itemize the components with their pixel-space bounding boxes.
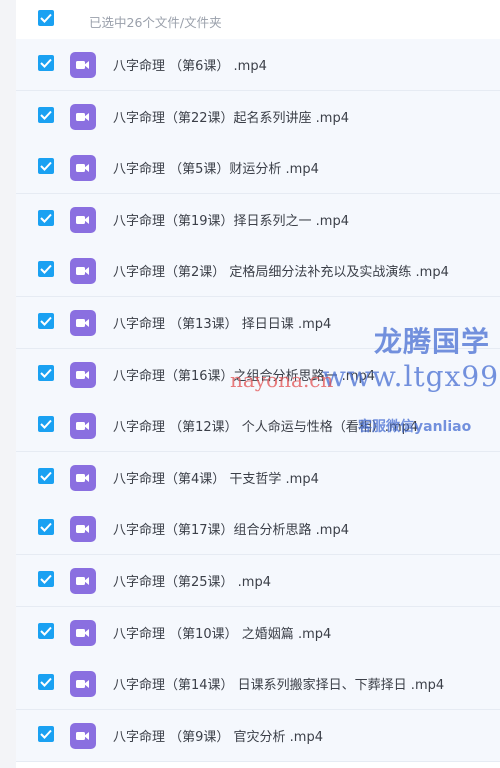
file-checkbox[interactable]: [38, 106, 54, 123]
file-name[interactable]: 八字命理（第16课）之组合分析思路一 .mp4: [113, 365, 375, 384]
file-checkbox[interactable]: [38, 467, 54, 484]
file-list: 已选中26个文件/文件夹 八字命理 （第6课） .mp4 八字命理（第22课）起名…: [16, 0, 500, 768]
video-file-icon: [70, 361, 96, 388]
file-checkbox[interactable]: [38, 364, 54, 381]
file-row[interactable]: 八字命理（第2课） 定格局细分法补充以及实战演练 .mp4: [16, 245, 500, 298]
file-checkbox[interactable]: [38, 209, 54, 226]
check-icon: [40, 471, 52, 481]
left-panel-edge: [0, 0, 16, 768]
file-name[interactable]: 八字命理 （第6课） .mp4: [113, 55, 267, 74]
file-name[interactable]: 八字命理（第22课）起名系列讲座 .mp4: [113, 107, 349, 126]
file-name[interactable]: 八字命理 （第9课） 官灾分析 .mp4: [113, 726, 323, 745]
file-row[interactable]: 八字命理 （第13课） 择日日课 .mp4: [16, 297, 500, 349]
check-icon: [40, 420, 52, 430]
check-icon: [40, 678, 52, 688]
file-name[interactable]: 八字命理 （第10课） 之婚姻篇 .mp4: [113, 623, 331, 642]
video-file-icon: [70, 619, 96, 646]
check-icon: [40, 574, 52, 584]
check-icon: [40, 316, 52, 326]
file-row[interactable]: 八字命理 （第12课） 个人命运与性格（看相）.mp4: [16, 400, 500, 453]
check-icon: [40, 265, 52, 275]
video-file-icon: [70, 464, 96, 491]
check-icon: [40, 626, 52, 636]
file-name[interactable]: 八字命理（第14课） 日课系列搬家择日、下葬择日 .mp4: [113, 674, 444, 693]
video-file-icon: [70, 206, 96, 233]
select-all-checkbox[interactable]: [38, 10, 54, 26]
file-row[interactable]: 八字命理（第16课）之组合分析思路一 .mp4: [16, 348, 500, 401]
file-row[interactable]: 八字命理 （第6课） .mp4: [16, 39, 500, 91]
check-icon: [40, 213, 52, 223]
check-icon: [40, 58, 52, 68]
file-checkbox[interactable]: [38, 416, 54, 433]
video-file-icon: [70, 722, 96, 749]
check-icon: [40, 729, 52, 739]
file-row[interactable]: 八字命理（第25课） .mp4: [16, 555, 500, 607]
file-name[interactable]: 八字命理 （第13课） 择日日课 .mp4: [113, 313, 331, 332]
check-icon: [40, 368, 52, 378]
video-file-icon: [70, 258, 96, 285]
file-checkbox[interactable]: [38, 519, 54, 536]
check-icon: [40, 523, 52, 533]
file-checkbox[interactable]: [38, 158, 54, 175]
file-row[interactable]: 八字命理 （第10课） 之婚姻篇 .mp4: [16, 606, 500, 659]
file-name[interactable]: 八字命理（第19课）择日系列之一 .mp4: [113, 210, 349, 229]
file-row[interactable]: 八字命理（第4课） 干支哲学 .mp4: [16, 451, 500, 504]
file-row[interactable]: 八字命理 （第9课） 官灾分析 .mp4: [16, 709, 500, 762]
file-checkbox[interactable]: [38, 55, 54, 71]
video-file-icon: [70, 52, 96, 78]
file-checkbox[interactable]: [38, 571, 54, 587]
file-row[interactable]: 八字命理（第14课） 日课系列搬家择日、下葬择日 .mp4: [16, 658, 500, 711]
file-checkbox[interactable]: [38, 622, 54, 639]
file-name[interactable]: 八字命理（第17课）组合分析思路 .mp4: [113, 519, 349, 538]
file-name[interactable]: 八字命理 （第5课）财运分析 .mp4: [113, 158, 319, 177]
file-name[interactable]: 八字命理 （第12课） 个人命运与性格（看相）.mp4: [113, 416, 418, 435]
file-name[interactable]: 八字命理（第25课） .mp4: [113, 571, 271, 590]
video-file-icon: [70, 103, 96, 130]
file-row[interactable]: 八字命理（第19课）择日系列之一 .mp4: [16, 193, 500, 246]
selection-header: 已选中26个文件/文件夹: [16, 0, 500, 41]
video-file-icon: [70, 568, 96, 594]
check-icon: [40, 110, 52, 120]
video-file-icon: [70, 413, 96, 440]
check-icon: [40, 162, 52, 172]
check-icon: [40, 13, 52, 23]
video-file-icon: [70, 155, 96, 182]
file-row[interactable]: 八字命理 （第5课）财运分析 .mp4: [16, 142, 500, 195]
file-checkbox[interactable]: [38, 261, 54, 278]
file-name[interactable]: 八字命理（第2课） 定格局细分法补充以及实战演练 .mp4: [113, 261, 449, 280]
video-file-icon: [70, 516, 96, 543]
file-row[interactable]: 八字命理（第22课）起名系列讲座 .mp4: [16, 90, 500, 143]
file-checkbox[interactable]: [38, 725, 54, 742]
file-checkbox[interactable]: [38, 674, 54, 691]
video-file-icon: [70, 310, 96, 336]
selection-count-text: 已选中26个文件/文件夹: [89, 15, 222, 30]
file-checkbox[interactable]: [38, 313, 54, 329]
video-file-icon: [70, 671, 96, 698]
file-name[interactable]: 八字命理（第4课） 干支哲学 .mp4: [113, 468, 319, 487]
file-row[interactable]: 八字命理（第17课）组合分析思路 .mp4: [16, 503, 500, 556]
